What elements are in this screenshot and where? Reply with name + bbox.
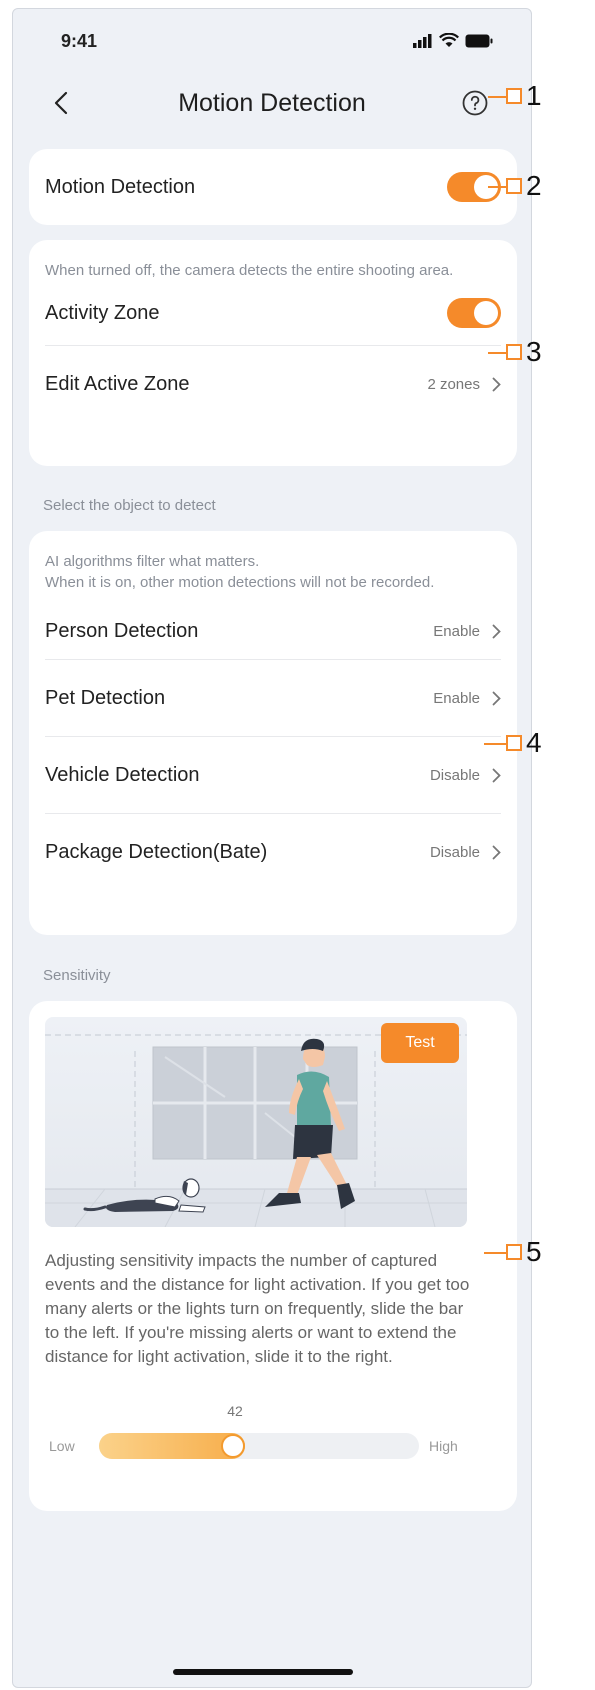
edit-active-zone-value: 2 zones	[427, 375, 480, 393]
edit-active-zone-row[interactable]: Edit Active Zone 2 zones	[29, 346, 517, 422]
motion-detection-row: Motion Detection	[29, 149, 517, 225]
object-detection-card: AI algorithms filter what matters. When …	[29, 531, 517, 935]
chevron-right-icon	[492, 768, 501, 782]
callout-number: 1	[526, 80, 542, 111]
chevron-right-icon	[492, 377, 501, 391]
callout-number: 3	[526, 336, 542, 367]
pet-detection-value: Enable	[433, 689, 480, 707]
package-detection-row[interactable]: Package Detection(Bate) Disable	[29, 814, 517, 890]
activity-zone-card: When turned off, the camera detects the …	[29, 240, 517, 466]
pet-detection-row[interactable]: Pet Detection Enable	[29, 660, 517, 736]
person-detection-value: Enable	[433, 622, 480, 640]
object-detection-hint-line2: When it is on, other motion detections w…	[45, 574, 435, 591]
wifi-icon	[439, 33, 459, 47]
callout-number: 5	[526, 1236, 542, 1267]
package-detection-value: Disable	[429, 843, 480, 861]
edit-active-zone-label: Edit Active Zone	[45, 372, 190, 395]
status-time: 9:41	[61, 31, 98, 51]
motion-detection-label: Motion Detection	[45, 175, 196, 198]
status-icons	[413, 33, 493, 48]
activity-zone-toggle[interactable]	[447, 298, 501, 328]
person-detection-row[interactable]: Person Detection Enable	[29, 603, 517, 659]
pet-detection-label: Pet Detection	[45, 686, 166, 709]
battery-icon	[465, 34, 493, 47]
activity-zone-label: Activity Zone	[45, 301, 160, 324]
activity-zone-hint: When turned off, the camera detects the …	[45, 262, 454, 279]
callout-number: 2	[526, 170, 542, 201]
person-detection-label: Person Detection	[45, 619, 199, 642]
home-indicator	[173, 1669, 353, 1675]
help-icon[interactable]	[461, 89, 489, 117]
chevron-right-icon	[492, 624, 501, 638]
status-bar: 9:41	[13, 9, 531, 69]
vehicle-detection-value: Disable	[429, 766, 480, 784]
page-title: Motion Detection	[178, 89, 366, 117]
sensitivity-description: Adjusting sensitivity impacts the number…	[45, 1251, 470, 1366]
sensitivity-slider-thumb[interactable]	[221, 1434, 245, 1458]
activity-zone-row: Activity Zone	[29, 281, 517, 345]
vehicle-detection-label: Vehicle Detection	[45, 763, 200, 786]
object-detection-hint: AI algorithms filter what matters. When …	[29, 531, 517, 593]
motion-detection-card: Motion Detection	[29, 149, 517, 225]
slider-high-label: High	[429, 1438, 458, 1454]
nav-bar: Motion Detection	[13, 79, 531, 129]
chevron-right-icon	[492, 845, 501, 859]
signal-icon	[413, 33, 432, 48]
phone-frame: 9:41 Motion Detection Motion Detection W…	[12, 8, 532, 1688]
sensitivity-value: 42	[227, 1403, 243, 1419]
slider-low-label: Low	[49, 1438, 75, 1454]
sensitivity-card: Test Adjusting sensitivity impacts the n…	[29, 1001, 517, 1511]
package-detection-label: Package Detection(Bate)	[45, 840, 268, 863]
sensitivity-section-label: Sensitivity	[43, 967, 111, 984]
vehicle-detection-row[interactable]: Vehicle Detection Disable	[29, 737, 517, 813]
test-button[interactable]: Test	[381, 1023, 459, 1063]
callout-number: 4	[526, 727, 542, 758]
object-section-label: Select the object to detect	[43, 497, 216, 514]
object-detection-hint-line1: AI algorithms filter what matters.	[45, 553, 260, 570]
chevron-right-icon	[492, 691, 501, 705]
sensitivity-slider[interactable]	[99, 1433, 419, 1459]
